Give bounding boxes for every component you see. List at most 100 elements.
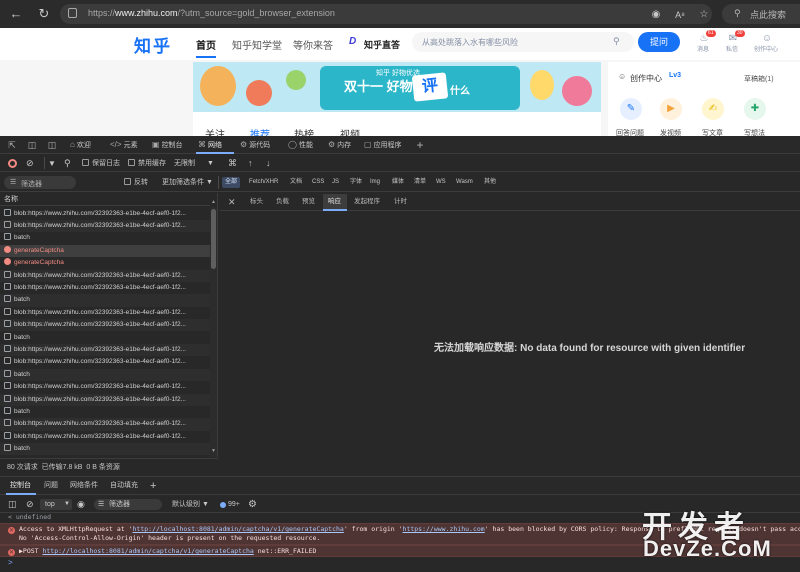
- detail-tab-timing[interactable]: 计时: [394, 193, 407, 211]
- request-row[interactable]: blob:https://www.zhihu.com/32392363-e1be…: [0, 431, 210, 443]
- filter-type-chip[interactable]: Fetch/XHR: [246, 177, 281, 188]
- cors-origin-link[interactable]: https://www.zhihu.com: [403, 525, 485, 533]
- back-icon[interactable]: ←: [8, 6, 24, 22]
- request-row[interactable]: generateCaptcha: [0, 257, 210, 269]
- favorite-star-icon[interactable]: ☆: [696, 7, 712, 23]
- request-row[interactable]: blob:https://www.zhihu.com/32392363-e1be…: [0, 418, 210, 431]
- ask-button[interactable]: 提问: [638, 32, 680, 52]
- export-har-icon[interactable]: ↓: [266, 155, 271, 172]
- answer-question-icon[interactable]: ✎: [620, 98, 642, 120]
- clear-icon[interactable]: ⊘: [26, 155, 34, 172]
- gear-icon[interactable]: ⚙: [248, 496, 257, 513]
- tab-sources[interactable]: ⚙ 源代码: [240, 136, 270, 154]
- add-tab-icon[interactable]: +: [414, 139, 426, 151]
- search-icon[interactable]: ⚲: [64, 155, 71, 172]
- detail-tab-headers[interactable]: 标头: [250, 193, 263, 211]
- network-conditions-icon[interactable]: ⌘: [228, 155, 237, 172]
- nav-zhixuetang[interactable]: 知乎知学堂: [232, 37, 282, 52]
- add-drawer-tab-icon[interactable]: +: [150, 477, 156, 495]
- request-row[interactable]: batch: [0, 368, 210, 382]
- request-row[interactable]: blob:https://www.zhihu.com/32392363-e1be…: [0, 307, 210, 319]
- eye-icon[interactable]: ◉: [77, 496, 85, 513]
- write-article-icon[interactable]: ✍: [702, 98, 724, 120]
- sidebar-toggle-icon[interactable]: ◫: [8, 496, 17, 513]
- messages-label[interactable]: 消息: [697, 44, 709, 53]
- site-info-icon[interactable]: [68, 8, 77, 18]
- video-icon[interactable]: ▶: [660, 98, 682, 120]
- creator-center-label[interactable]: 创作中心: [754, 44, 778, 53]
- tab-elements[interactable]: </> 元素: [110, 136, 138, 154]
- request-row[interactable]: blob:https://www.zhihu.com/32392363-e1be…: [0, 356, 210, 368]
- filter-type-chip[interactable]: 全部: [222, 177, 241, 188]
- creator-title[interactable]: 创作中心: [630, 73, 662, 84]
- scrollbar-thumb[interactable]: [211, 209, 216, 269]
- console-prompt[interactable]: >: [8, 558, 13, 567]
- request-row[interactable]: batch: [0, 232, 210, 244]
- request-row[interactable]: blob:https://www.zhihu.com/32392363-e1be…: [0, 319, 210, 332]
- detail-tab-response[interactable]: 响应: [328, 193, 341, 211]
- post-request-link[interactable]: http://localhost:8081/admin/captcha/v1/g…: [42, 547, 253, 555]
- request-row[interactable]: generateCaptcha: [0, 244, 210, 258]
- detail-tab-initiator[interactable]: 发起程序: [354, 193, 380, 211]
- issues-count[interactable]: 99+: [228, 496, 240, 513]
- filter-type-chip[interactable]: 其他: [481, 177, 499, 188]
- filter-type-chip[interactable]: 媒体: [389, 177, 407, 188]
- request-row[interactable]: batch: [0, 443, 210, 456]
- request-row[interactable]: blob:https://www.zhihu.com/32392363-e1be…: [0, 343, 210, 357]
- more-filters-dropdown[interactable]: 更加筛选条件 ▼: [162, 174, 213, 191]
- tab-welcome[interactable]: ⌂ 欢迎: [70, 136, 91, 154]
- nav-waiting-answers[interactable]: 等你来答: [293, 37, 333, 52]
- drawer-tab-network-conditions[interactable]: 网络条件: [70, 477, 98, 495]
- detail-tab-payload[interactable]: 负载: [276, 193, 289, 211]
- detail-tab-preview[interactable]: 预览: [302, 193, 315, 211]
- filter-type-chip[interactable]: 文档: [287, 177, 305, 188]
- request-row[interactable]: blob:https://www.zhihu.com/32392363-e1be…: [0, 393, 210, 406]
- chevron-down-icon[interactable]: ▼: [207, 155, 214, 172]
- filter-type-chip[interactable]: 字体: [347, 177, 365, 188]
- filter-type-chip[interactable]: Img: [367, 177, 383, 188]
- preserve-log-checkbox[interactable]: 保留日志: [82, 155, 120, 172]
- tab-console[interactable]: ▣ 控制台: [152, 136, 183, 154]
- inspect-element-icon[interactable]: ⇱: [6, 139, 18, 151]
- read-aloud-icon[interactable]: A⁸: [672, 7, 688, 23]
- extension-icon[interactable]: ◉: [648, 7, 664, 23]
- write-idea-icon[interactable]: ✚: [744, 98, 766, 120]
- disable-cache-checkbox[interactable]: 禁用缓存: [128, 155, 166, 172]
- device-emulation-icon[interactable]: ◫: [26, 139, 38, 151]
- tab-application[interactable]: ▢ 应用程序: [364, 136, 402, 154]
- request-row[interactable]: batch: [0, 294, 210, 307]
- column-header-name[interactable]: 名称: [0, 193, 210, 206]
- record-icon[interactable]: [8, 159, 17, 168]
- throttle-select[interactable]: 无限制: [174, 155, 195, 172]
- log-level-select[interactable]: 默认级别 ▼: [172, 496, 209, 513]
- zhihu-search-icon[interactable]: ⚲: [613, 36, 620, 47]
- filter-type-chip[interactable]: 清单: [411, 177, 429, 188]
- filter-type-chip[interactable]: WS: [433, 177, 449, 188]
- import-har-icon[interactable]: ↑: [248, 155, 253, 172]
- filter-icon[interactable]: ▼: [48, 155, 56, 172]
- request-row[interactable]: batch: [0, 332, 210, 344]
- request-row[interactable]: blob:https://www.zhihu.com/32392363-e1be…: [0, 269, 210, 282]
- drawer-tab-issues[interactable]: 问题: [44, 477, 58, 495]
- drawer-tab-autofill[interactable]: 自动填充: [110, 477, 138, 495]
- tab-performance[interactable]: ◯ 性能: [288, 136, 313, 154]
- request-row[interactable]: blob:https://www.zhihu.com/32392363-e1be…: [0, 219, 210, 233]
- filter-type-chip[interactable]: CSS: [309, 177, 327, 188]
- filter-type-chip[interactable]: Wasm: [453, 177, 476, 188]
- scroll-down-icon[interactable]: ▼: [211, 448, 216, 454]
- close-detail-icon[interactable]: ✕: [228, 193, 236, 211]
- request-row[interactable]: blob:https://www.zhihu.com/32392363-e1be…: [0, 282, 210, 294]
- request-row[interactable]: blob:https://www.zhihu.com/32392363-e1be…: [0, 208, 210, 220]
- nav-zhida[interactable]: 知乎直答: [364, 38, 400, 51]
- private-messages-label[interactable]: 私信: [726, 44, 738, 53]
- request-row[interactable]: batch: [0, 406, 210, 418]
- tab-memory[interactable]: ⚙ 内存: [328, 136, 351, 154]
- dock-side-icon[interactable]: ◫: [46, 139, 58, 151]
- drafts-link[interactable]: 草稿箱(1): [744, 74, 774, 84]
- url-text[interactable]: https://www.zhihu.com/?utm_source=gold_b…: [88, 8, 335, 18]
- scroll-up-icon[interactable]: ▲: [211, 199, 216, 205]
- nav-home[interactable]: 首页: [196, 37, 216, 52]
- clear-console-icon[interactable]: ⊘: [26, 496, 34, 513]
- cors-request-link[interactable]: http://localhost:8081/admin/captcha/v1/g…: [133, 525, 344, 533]
- request-row[interactable]: blob:https://www.zhihu.com/32392363-e1be…: [0, 381, 210, 393]
